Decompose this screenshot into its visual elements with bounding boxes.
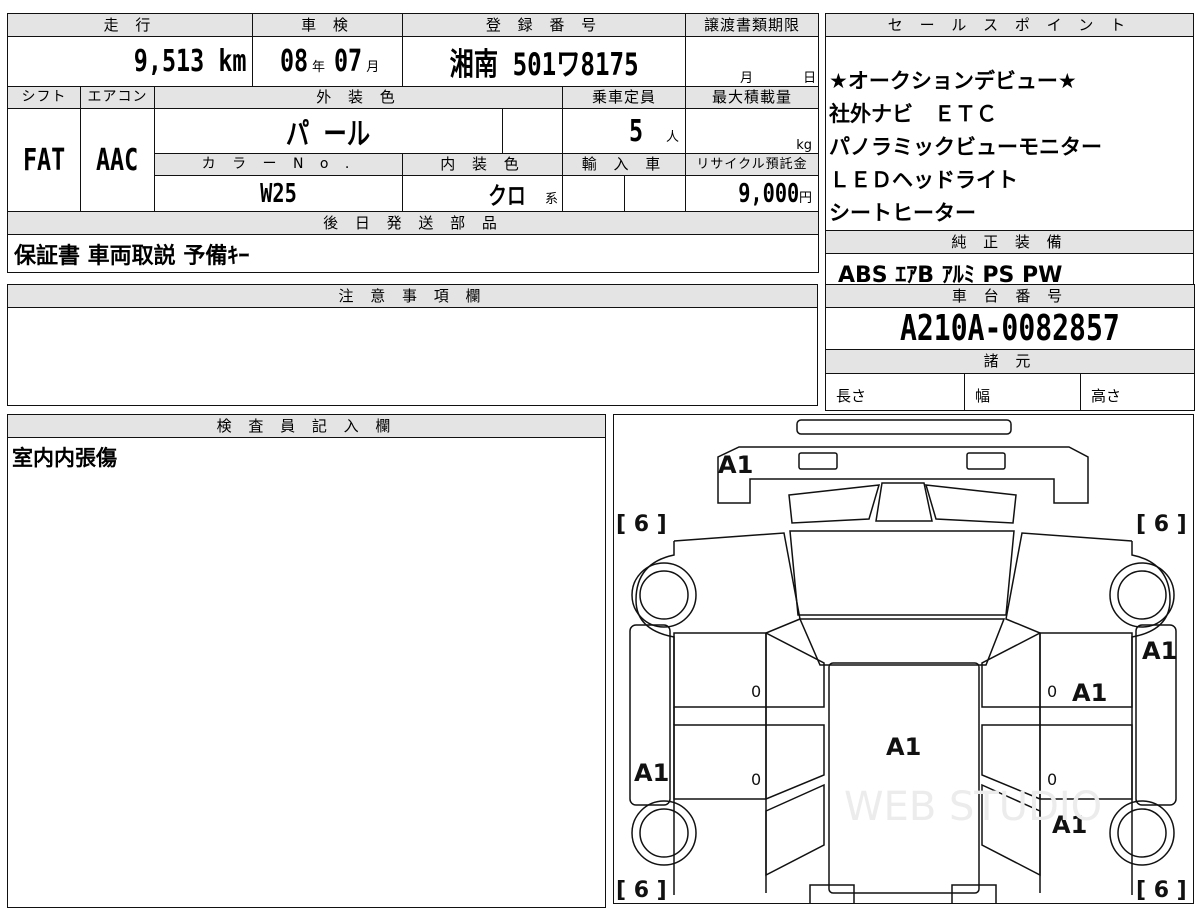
door-mark-left-front: 0 [751,682,761,701]
chassis-table: 車 台 番 号 A210A-0082857 諸 元 長さ 幅 高さ [824,284,1196,411]
chassis-value: A210A-0082857 [824,307,1196,350]
recycle-label: リサイクル預託金 [685,153,820,176]
sales-point-item: 社外ナビ ＥＴＣ [829,102,997,126]
inspector-value: 室内内張傷 [7,437,606,908]
vehicle-info-table: 走 行 車 検 登 録 番 号 譲渡書類期限 9,513 km 08 年 07 月 … [6,13,820,273]
recycle-cell: 9,000円 [685,175,820,212]
car-diagram-frame: A1 A1 A1 A1 A1 A1 [ 6 ] [ 6 ] [ 6 ] [ 6 … [613,414,1194,906]
shift-label: シフト [7,86,81,109]
sales-point-item: ★オークションデビュー★ [829,69,1077,93]
spec-height: 高さ [1079,373,1196,411]
registration-label: 登 録 番 号 [402,13,687,37]
inspector-label: 検 査 員 記 入 欄 [7,414,606,438]
watermark: WEB STUDIO [844,784,1102,830]
interior-label: 内 装 色 [402,153,564,176]
damage-mark-roof: A1 [886,733,921,761]
maxload-cell: kg [685,108,820,154]
exterior-extra [502,108,564,154]
sales-point-item: シートヒーター [829,201,976,225]
inspection-cell: 08 年 07 月 [252,36,404,87]
import-cell-a [562,175,626,212]
door-mark-right-front: 0 [1047,682,1057,701]
colorno-label: カ ラ ー N o . [153,153,404,176]
sales-point-item: パノラミックビューモニター [829,135,1102,159]
mileage-value: 9,513 km [133,44,247,79]
tire-depth-rear-left: [ 6 ] [616,878,667,903]
capacity-cell: 5 人 [562,108,687,154]
tire-depth-rear-right: [ 6 ] [1136,878,1187,903]
capacity-label: 乗車定員 [562,86,687,109]
damage-mark-left-rear: A1 [634,759,669,787]
notes-label: 注 意 事 項 欄 [7,284,818,308]
later-parts-label: 後 日 発 送 部 品 [6,211,820,235]
damage-mark-front: A1 [718,451,753,479]
spec-length: 長さ [825,373,965,411]
sales-points-table: セ ー ル ス ポ イ ン ト ★オークションデビュー★ 社外ナビ ＥＴＣ パノ… [825,13,1194,292]
sales-point-item: ＬＥＤヘッドライト [829,168,1018,192]
import-cell-b [624,175,687,212]
mileage-cell: 9,513 km [6,36,254,87]
maxload-label: 最大積載量 [685,86,820,109]
spec-label: 諸 元 [824,349,1196,374]
tire-depth-front-left: [ 6 ] [616,512,667,537]
sales-points-label: セ ー ル ス ポ イ ン ト [825,13,1194,37]
inspection-month: 07 [334,44,363,79]
car-diagram: A1 A1 A1 A1 A1 A1 [ 6 ] [ 6 ] [ 6 ] [ 6 … [616,419,1187,906]
shift-value: FAT [7,108,81,212]
sales-points-list: ★オークションデビュー★ 社外ナビ ＥＴＣ パノラミックビューモニター ＬＥＤヘ… [825,36,1194,231]
inspector-table: 検 査 員 記 入 欄 室内内張傷 [7,414,606,908]
transfer-label: 譲渡書類期限 [685,13,820,37]
ac-value: AAC [80,108,155,212]
door-mark-left-rear: 0 [751,770,761,789]
genuine-label: 純 正 装 備 [825,230,1194,254]
inspection-year: 08 [279,44,308,79]
exterior-label: 外 装 色 [153,86,564,109]
mileage-label: 走 行 [6,13,254,37]
damage-mark-right-front: A1 [1142,637,1177,665]
registration-value: 湘南 501ワ8175 [449,47,639,83]
inspection-label: 車 検 [252,13,404,37]
transfer-cell: 月 日 [685,36,820,87]
exterior-value: パ ール [153,108,504,154]
tire-depth-front-right: [ 6 ] [1136,512,1187,537]
ac-label: エアコン [80,86,155,109]
colorno-value: W25 [153,175,404,212]
registration-cell: 湘南 501ワ8175 [402,36,687,87]
spec-width: 幅 [964,373,1081,411]
import-label: 輸 入 車 [562,153,687,176]
later-parts-value: 保証書 車両取説 予備ｷｰ [6,234,820,273]
damage-mark-right-door: A1 [1072,679,1107,707]
notes-body [7,307,818,406]
notes-table: 注 意 事 項 欄 [7,284,818,406]
interior-cell: クロ 系 [402,175,564,212]
chassis-label: 車 台 番 号 [824,284,1196,308]
